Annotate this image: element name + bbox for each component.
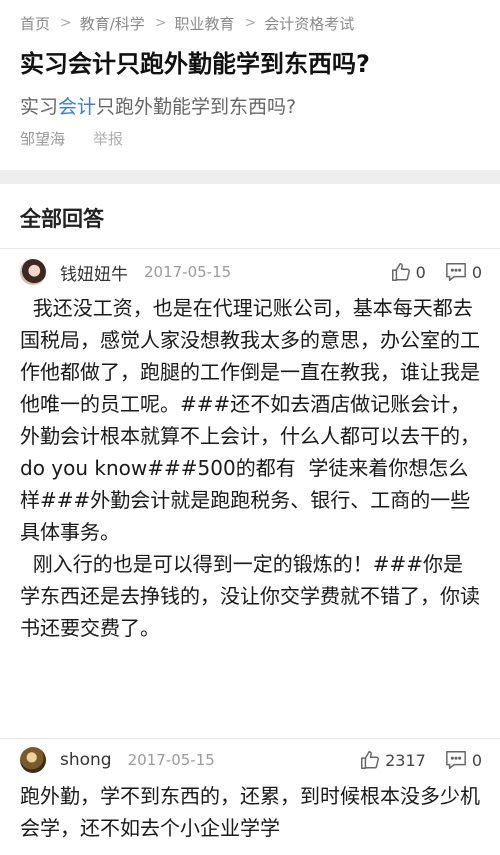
question-title: 实习会计只跑外勤能学到东西吗? — [20, 50, 370, 78]
breadcrumb-item-home[interactable]: 首页 — [20, 13, 50, 34]
answer-body: 跑外勤，学不到东西的，还累，到时候根本没多少机会学，还不如去个小企业学学 — [20, 784, 480, 840]
avatar[interactable] — [20, 747, 46, 773]
answer-date: 2017-05-15 — [127, 751, 215, 769]
comment-count: 0 — [471, 750, 482, 770]
breadcrumb: 首页 > 教育/科学 > 职业教育 > 会计资格考试 — [20, 10, 354, 36]
comment-button[interactable]: 0 — [444, 261, 482, 283]
chevron-right-icon: > — [60, 15, 72, 31]
answer-header: shong 2017-05-15 2317 0 — [20, 745, 482, 775]
divider — [0, 738, 500, 739]
comment-count: 0 — [471, 262, 482, 282]
question-desc-text: 只跑外勤能学到东西吗? — [96, 96, 297, 118]
question-keyword-link[interactable]: 会计 — [58, 96, 96, 118]
answer-header: 钱妞妞牛 2017-05-15 0 0 — [20, 257, 482, 287]
like-button[interactable]: 0 — [390, 261, 426, 283]
avatar[interactable] — [20, 259, 46, 285]
report-button[interactable]: 举报 — [93, 128, 123, 149]
comment-icon — [445, 263, 466, 281]
question-desc-text: 实习 — [20, 96, 59, 118]
answer-username[interactable]: 钱妞妞牛 — [60, 260, 128, 285]
thumbs-up-icon — [361, 751, 380, 769]
like-count: 2317 — [385, 750, 426, 770]
question-author[interactable]: 邹望海 — [20, 128, 65, 149]
comment-icon — [445, 751, 466, 769]
answer-username[interactable]: shong — [60, 750, 112, 770]
breadcrumb-item-accounting-exam[interactable]: 会计资格考试 — [264, 13, 354, 34]
like-button[interactable]: 2317 — [359, 749, 426, 771]
answer-date: 2017-05-15 — [144, 263, 232, 281]
breadcrumb-item-education-science[interactable]: 教育/科学 — [80, 13, 145, 34]
answer-body: 我还没工资，也是在代理记账公司，基本每天都去国税局，感觉人家没想教我太多的意思，… — [20, 296, 480, 640]
divider — [0, 248, 500, 249]
like-count: 0 — [415, 262, 426, 282]
comment-button[interactable]: 0 — [444, 749, 482, 771]
question-description: 实习会计只跑外勤能学到东西吗? — [20, 92, 296, 119]
breadcrumb-item-vocational-education[interactable]: 职业教育 — [175, 13, 235, 34]
question-meta: 邹望海 举报 — [20, 128, 123, 149]
chevron-right-icon: > — [244, 15, 257, 31]
section-divider-band — [0, 170, 500, 184]
answers-section-title: 全部回答 — [20, 207, 104, 231]
thumbs-up-icon — [391, 263, 410, 281]
chevron-right-icon: > — [154, 15, 167, 31]
